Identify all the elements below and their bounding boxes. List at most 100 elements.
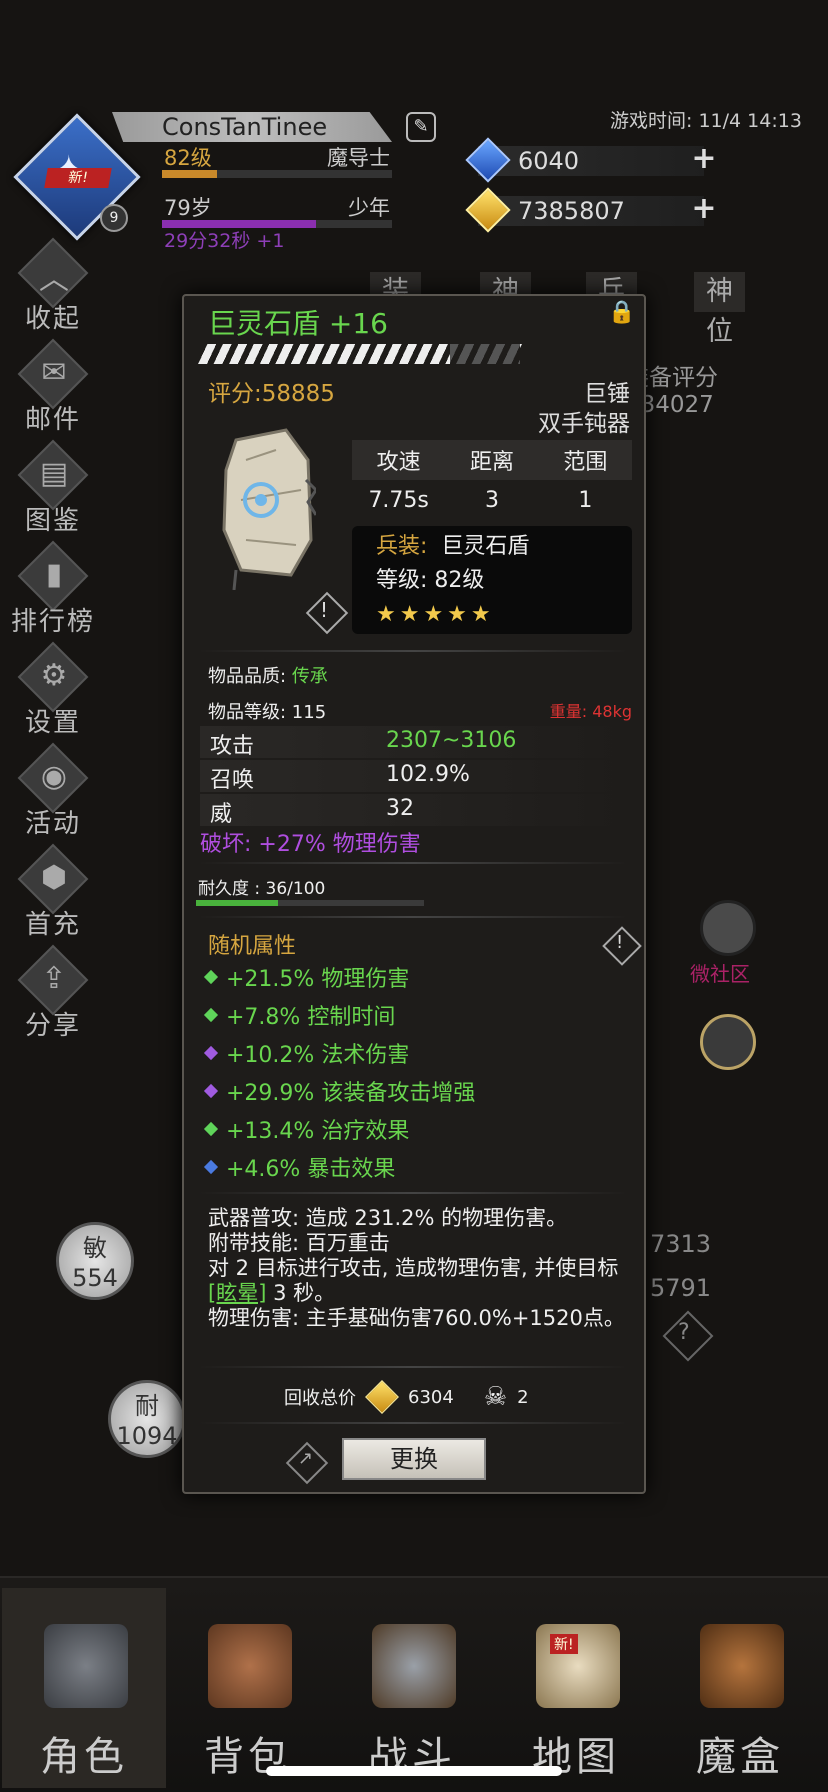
gem-bullet-icon	[203, 1159, 219, 1175]
skill-line: 对 2 目标进行攻击, 造成物理伤害, 并使目标[眩晕] 3 秒。	[208, 1256, 628, 1306]
stat-agility-name: 敏	[83, 1234, 107, 1262]
random-attr-text: +13.4% 治疗效果	[226, 1119, 410, 1144]
recycle-label: 回收总价	[284, 1388, 356, 1409]
home-indicator[interactable]	[266, 1766, 562, 1776]
sidebar-label: 设置	[24, 708, 81, 738]
add-gems-button[interactable]: +	[690, 144, 718, 174]
sidebar-item-first-charge[interactable]: ⬢ 首充	[8, 843, 98, 946]
sidebar-item-share[interactable]: ⇪ 分享	[8, 944, 98, 1047]
attr-value: 32	[386, 796, 414, 821]
age-stage: 少年	[348, 196, 390, 220]
random-attr-item: +7.8% 控制时间	[203, 996, 475, 1034]
gold-icon	[465, 187, 511, 233]
player-class: 魔导士	[327, 146, 390, 170]
sidebar-item-events[interactable]: ◉ 活动	[8, 742, 98, 845]
sidebar-label: 邮件	[24, 405, 81, 435]
add-gold-button[interactable]: +	[690, 194, 718, 224]
gem-bullet-icon	[203, 1045, 219, 1061]
bottom-nav: 角色 背包 战斗 新! 地图 魔盒	[0, 1576, 828, 1792]
nav-label: 角色	[40, 1734, 128, 1780]
skill-description: 武器普攻: 造成 231.2% 的物理伤害。 附带技能: 百万重击 对 2 目标…	[208, 1206, 628, 1331]
replace-button[interactable]: 更换	[342, 1438, 486, 1480]
gold-amount: 7385807	[518, 197, 625, 225]
random-attr-item: +13.4% 治疗效果	[203, 1110, 475, 1148]
gold-icon	[365, 1380, 399, 1414]
divider	[198, 862, 628, 864]
skill-line: 物理伤害: 主手基础伤害760.0%+1520点。	[208, 1306, 625, 1330]
stat-endurance: 耐 1094	[108, 1380, 186, 1458]
stone-shield-icon	[222, 428, 316, 590]
share-item-icon[interactable]: ↗	[298, 1448, 313, 1469]
skill-line: 武器普攻: 造成 231.2% 的物理伤害。	[208, 1206, 568, 1230]
help-icon[interactable]: ?	[678, 1320, 690, 1345]
sidebar-item-codex[interactable]: ▤ 图鉴	[8, 439, 98, 542]
nav-backpack[interactable]: 背包	[166, 1588, 330, 1788]
soldier-equip-box: 兵装: 巨灵石盾 等级: 82级 ★★★★★	[352, 526, 632, 634]
wechat-community-icon[interactable]	[700, 900, 756, 956]
stat-table-values: 7.75s 3 1	[352, 480, 632, 520]
random-attr-text: +4.6% 暴击效果	[226, 1157, 396, 1182]
stat-table-header: 攻速 距离 范围	[352, 440, 632, 480]
stat-value-distance: 3	[484, 487, 499, 513]
random-attr-text: +29.9% 该装备攻击增强	[226, 1081, 476, 1106]
durability-label: 耐久度 : 36/100	[198, 879, 326, 899]
sidebar-item-settings[interactable]: ⚙ 设置	[8, 641, 98, 744]
level-progress-fill	[162, 170, 218, 178]
first-charge-glyph: ⬢	[40, 860, 68, 895]
divider	[198, 1366, 628, 1368]
exclamation-icon[interactable]: !	[320, 598, 328, 622]
stat-value-speed: 7.75s	[368, 487, 429, 513]
divider	[198, 916, 628, 918]
ranking-glyph: ▮	[45, 557, 63, 592]
sidebar-item-mail[interactable]: ✉ 邮件	[8, 338, 98, 441]
random-attrs-title: 随机属性	[208, 934, 297, 959]
stat-value-1: 7313	[650, 1230, 712, 1258]
sidebar-item-collapse[interactable]: ︿ 收起	[8, 237, 98, 340]
lock-icon[interactable]: 🔒	[608, 300, 638, 330]
nav-battle[interactable]: 战斗	[330, 1588, 494, 1788]
divider	[198, 1192, 628, 1194]
star-rating: ★★★★★	[376, 602, 495, 627]
item-weight: 重量: 48kg	[549, 702, 632, 721]
random-attr-text: +21.5% 物理伤害	[226, 967, 410, 992]
sidebar-item-ranking[interactable]: ▮ 排行榜	[8, 540, 98, 643]
game-time: 游戏时间: 11/4 14:13	[610, 110, 802, 132]
magic-box-icon	[700, 1624, 784, 1708]
player-avatar[interactable]: ✦ 新! 9	[13, 113, 141, 241]
gem-icon	[465, 137, 511, 183]
backpack-icon	[208, 1624, 292, 1708]
player-name: ConsTanTinee	[112, 112, 392, 142]
soldier-label: 兵装:	[376, 534, 428, 559]
durability-bar	[196, 900, 424, 906]
random-attr-item: +10.2% 法术伤害	[203, 1034, 475, 1072]
stat-endurance-name: 耐	[135, 1392, 159, 1420]
skill-line: 附带技能: 百万重击	[208, 1231, 390, 1255]
sidebar-label: 图鉴	[24, 506, 81, 536]
gem-bullet-icon	[203, 1121, 219, 1137]
enhance-progress-remaining	[450, 344, 520, 364]
edit-name-icon[interactable]: ✎	[406, 112, 436, 142]
recycle-skull-amount: 2	[517, 1386, 529, 1408]
nav-map[interactable]: 新! 地图	[494, 1588, 658, 1788]
random-attr-item: +29.9% 该装备攻击增强	[203, 1072, 476, 1110]
book-glyph: ▤	[39, 456, 69, 491]
attr-name: 召唤	[210, 768, 255, 793]
wechat-community-label[interactable]: 微社区	[690, 958, 750, 987]
stun-link[interactable]: [眩晕]	[208, 1281, 266, 1305]
exclamation-icon[interactable]: !	[616, 932, 623, 953]
random-attr-item: +21.5% 物理伤害	[203, 958, 475, 996]
rank-emblem-icon[interactable]	[700, 1014, 756, 1070]
weapon-stat-table: 攻速 距离 范围 7.75s 3 1	[352, 440, 632, 520]
nav-character[interactable]: 角色	[2, 1588, 166, 1788]
stat-endurance-value: 1094	[116, 1422, 178, 1450]
map-scroll-icon	[536, 1624, 620, 1708]
attr-row-attack: 攻击 2307~3106	[200, 726, 630, 759]
item-score: 评分:58885	[208, 381, 335, 407]
nav-magic-box[interactable]: 魔盒	[658, 1588, 822, 1788]
random-attr-item: +4.6% 暴击效果	[203, 1148, 475, 1186]
tab-god-position[interactable]: 神位	[694, 272, 745, 347]
divider	[198, 650, 628, 652]
item-name: 巨灵石盾 +16	[208, 307, 388, 340]
skull-icon: ☠	[483, 1382, 508, 1412]
gem-bullet-icon	[203, 969, 219, 985]
